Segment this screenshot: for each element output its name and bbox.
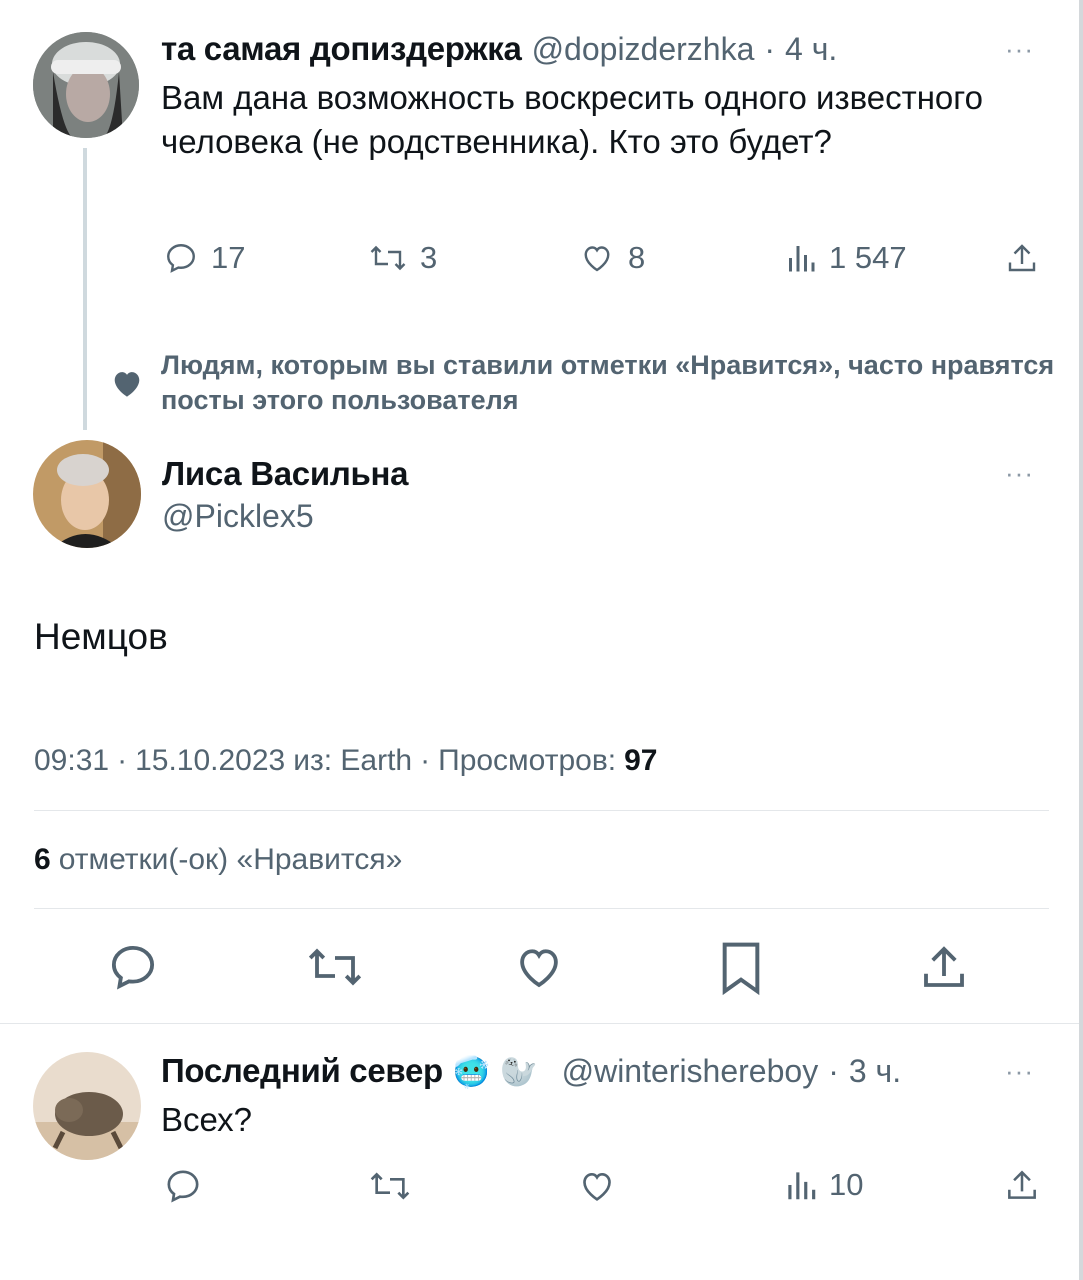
reply-button[interactable] bbox=[106, 940, 160, 999]
avatar[interactable] bbox=[33, 1052, 141, 1160]
views-count: 10 bbox=[829, 1167, 864, 1202]
divider bbox=[0, 1023, 1083, 1024]
divider bbox=[34, 908, 1049, 909]
like-count: 8 bbox=[628, 240, 646, 275]
divider bbox=[34, 810, 1049, 811]
tweet-time[interactable]: 4 ч. bbox=[785, 31, 837, 68]
heart-icon bbox=[584, 246, 610, 272]
bookmark-icon bbox=[722, 942, 760, 996]
tweet-date[interactable]: 15.10.2023 bbox=[135, 744, 285, 778]
reply-icon bbox=[167, 1170, 199, 1203]
views-count: 1 547 bbox=[829, 240, 907, 275]
separator: · bbox=[420, 744, 431, 777]
more-options-button[interactable]: ··· bbox=[1005, 34, 1034, 65]
separator: · bbox=[117, 744, 128, 777]
tweet-time[interactable]: 09:31 bbox=[34, 744, 109, 778]
heart-icon bbox=[583, 1172, 611, 1201]
heart-icon bbox=[520, 949, 558, 988]
avatar-image bbox=[33, 32, 139, 138]
reply-count: 17 bbox=[211, 240, 246, 275]
scrollbar[interactable] bbox=[1079, 0, 1083, 1280]
retweet-icon bbox=[370, 1172, 410, 1200]
likes-count: 6 bbox=[34, 843, 51, 876]
more-options-button[interactable]: ··· bbox=[1005, 1056, 1034, 1087]
author-name[interactable]: Последний север bbox=[161, 1052, 443, 1090]
share-button[interactable] bbox=[1003, 240, 1041, 276]
separator: · bbox=[828, 1053, 839, 1089]
share-icon bbox=[1008, 1170, 1036, 1199]
author-handle[interactable]: @dopizderzhka bbox=[532, 31, 755, 68]
tweet-time[interactable]: 3 ч. bbox=[849, 1053, 901, 1090]
avatar-image bbox=[33, 440, 141, 548]
retweet-button[interactable]: 3 bbox=[368, 240, 437, 276]
like-button[interactable]: 8 bbox=[578, 240, 645, 276]
more-options-button[interactable]: ··· bbox=[1005, 458, 1034, 489]
retweet-icon bbox=[308, 948, 362, 986]
reply-button[interactable] bbox=[163, 1166, 203, 1206]
like-button[interactable] bbox=[576, 1166, 618, 1206]
tweet-text: Вам дана возможность воскресить одного и… bbox=[161, 79, 983, 160]
avatar[interactable] bbox=[33, 440, 141, 548]
views-value: 97 bbox=[624, 744, 658, 777]
tweet-source: из: Earth bbox=[293, 744, 413, 777]
recommendation-text: Людям, которым вы ставили отметки «Нрави… bbox=[161, 350, 1055, 415]
reply-button[interactable]: 17 bbox=[163, 240, 245, 276]
author-name[interactable]: та самая допиздержка bbox=[161, 30, 522, 68]
tweet-header: Последний север 🥶 🦭 @winterishereboy · 3… bbox=[161, 1052, 901, 1090]
retweet-button[interactable] bbox=[368, 1166, 412, 1206]
reply-icon bbox=[111, 945, 155, 990]
retweet-count: 3 bbox=[420, 240, 438, 275]
avatar[interactable] bbox=[33, 32, 139, 138]
emoji-seal: 🦭 bbox=[500, 1056, 538, 1089]
share-button[interactable] bbox=[916, 940, 972, 999]
author-handle[interactable]: @Picklex5 bbox=[162, 498, 314, 535]
share-icon bbox=[1008, 244, 1036, 272]
likes-label: отметки(-ок) «Нравится» bbox=[58, 843, 403, 876]
tweet-text: Всех? bbox=[161, 1101, 252, 1138]
likes-summary[interactable]: 6 отметки(-ок) «Нравится» bbox=[34, 843, 402, 877]
avatar-image bbox=[33, 1052, 141, 1160]
bookmark-button[interactable] bbox=[716, 940, 766, 1001]
views-label: Просмотров: bbox=[438, 744, 617, 777]
author-handle[interactable]: @winterishereboy bbox=[562, 1053, 819, 1090]
share-icon bbox=[924, 946, 964, 987]
separator: · bbox=[764, 31, 776, 67]
thread-line bbox=[83, 148, 87, 430]
emoji-freezing: 🥶 bbox=[452, 1056, 491, 1089]
views-button[interactable]: 1 547 bbox=[785, 240, 907, 276]
views-icon bbox=[789, 246, 815, 272]
reply-icon bbox=[167, 244, 195, 273]
retweet-icon bbox=[370, 245, 406, 271]
views-button[interactable]: 10 bbox=[785, 1166, 863, 1204]
tweet-meta: 09:31 · 15.10.2023 из: Earth · Просмотро… bbox=[34, 744, 657, 778]
share-button[interactable] bbox=[1003, 1166, 1041, 1204]
like-button[interactable] bbox=[511, 940, 567, 999]
retweet-button[interactable] bbox=[305, 940, 365, 999]
views-icon bbox=[788, 1172, 816, 1200]
tweet-text: Немцов bbox=[34, 616, 168, 657]
heart-filled-icon bbox=[110, 368, 144, 403]
author-name[interactable]: Лиса Васильна bbox=[162, 455, 408, 493]
tweet-header: та самая допиздержка @dopizderzhka · 4 ч… bbox=[161, 30, 837, 68]
